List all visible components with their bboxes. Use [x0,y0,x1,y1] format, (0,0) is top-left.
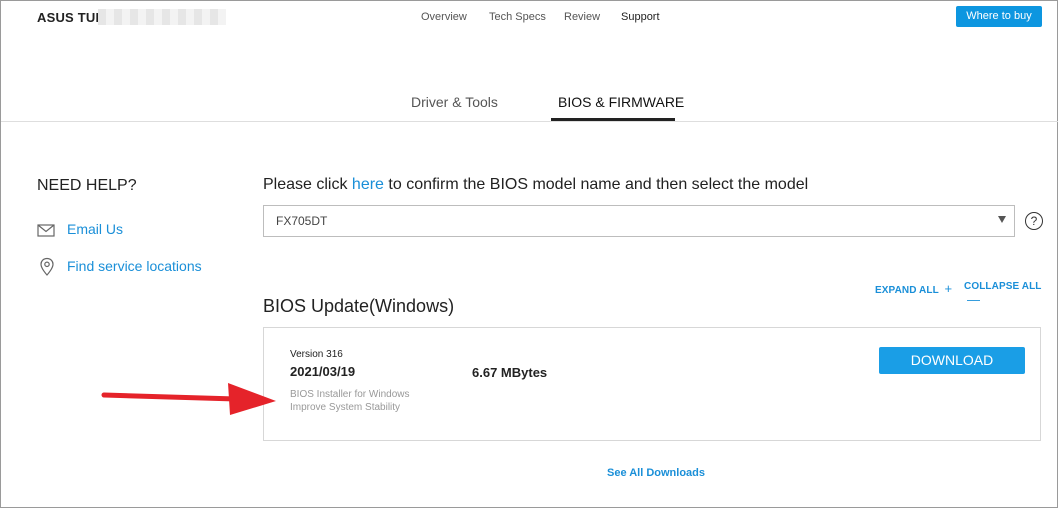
plus-icon: + [944,281,953,296]
annotation-arrow-icon [101,383,276,415]
bios-download-card: Version 316 2021/03/19 BIOS Installer fo… [263,327,1041,441]
nav-review[interactable]: Review [564,11,600,23]
brand-name[interactable]: ASUS TUF [37,10,104,25]
tab-driver-tools[interactable]: Driver & Tools [411,94,498,110]
where-to-buy-button[interactable]: Where to buy [956,6,1042,27]
email-us-label: Email Us [67,221,124,237]
active-tab-indicator [551,118,675,121]
collapse-all-label: COLLAPSE ALL [964,281,1042,292]
expand-all-button[interactable]: EXPAND ALL + [875,281,952,296]
collapse-all-button[interactable]: COLLAPSE ALL — [964,281,1057,307]
description-line: Improve System Stability [290,402,401,413]
redacted-model-name [98,9,226,25]
download-button[interactable]: DOWNLOAD [879,347,1025,374]
nav-overview[interactable]: Overview [421,11,467,23]
tab-divider [1,121,1058,122]
description-line: BIOS Installer for Windows [290,389,410,400]
tab-bios-firmware[interactable]: BIOS & FIRMWARE [558,94,684,110]
file-size: 6.67 MBytes [472,365,548,380]
minus-icon: — [967,292,981,307]
location-pin-icon [40,257,54,276]
model-select-dropdown[interactable]: FX705DT [263,205,1015,237]
confirm-model-link[interactable]: here [352,176,384,193]
nav-tech-specs[interactable]: Tech Specs [489,11,546,23]
question-mark-icon[interactable]: ? [1025,212,1043,230]
envelope-icon [37,224,55,237]
find-service-locations-label: Find service locations [67,258,202,274]
see-all-downloads-link[interactable]: See All Downloads [607,467,705,479]
need-help-heading: NEED HELP? [37,177,137,194]
prompt-text-end: to confirm the BIOS model name and then … [383,176,809,193]
prompt-text-start: Please click [263,176,352,193]
model-select-value: FX705DT [276,214,328,228]
nav-support[interactable]: Support [621,11,660,23]
section-title: BIOS Update(Windows) [263,296,455,316]
bios-description: BIOS Installer for Windows Improve Syste… [290,388,409,414]
release-date: 2021/03/19 [290,364,356,379]
caret-down-icon [998,216,1006,223]
expand-all-label: EXPAND ALL [875,285,939,296]
bios-version: Version 316 [290,349,343,360]
bios-model-prompt: Please click here to confirm the BIOS mo… [263,176,808,194]
